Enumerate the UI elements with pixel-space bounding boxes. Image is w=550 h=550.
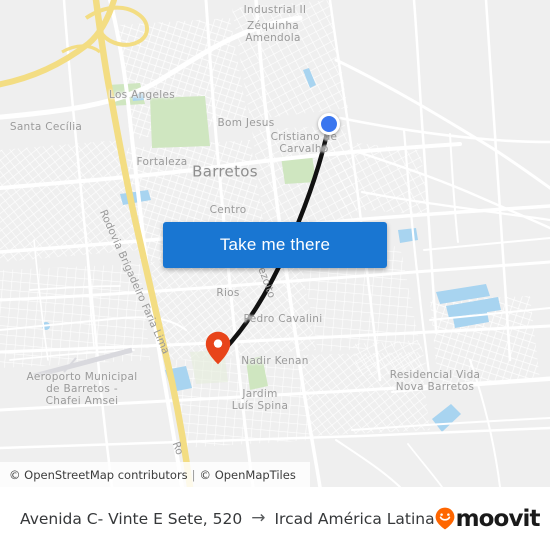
moovit-wordmark: moovit [455, 505, 541, 532]
map-attribution: © OpenStreetMap contributors | © OpenMap… [0, 462, 310, 487]
attribution-separator: | [191, 467, 196, 482]
attribution-osm[interactable]: © OpenStreetMap contributors [9, 468, 188, 482]
map-canvas[interactable]: Industrial II Zéquinha Amendola Los Ange… [0, 0, 550, 487]
footer-bar: Avenida C- Vinte E Sete, 520 → Ircad Amé… [0, 487, 550, 550]
destination-pin-icon[interactable] [205, 331, 231, 365]
route-destination-label: Ircad América Latina [274, 509, 435, 528]
route-summary: Avenida C- Vinte E Sete, 520 → Ircad Amé… [20, 510, 435, 528]
attribution-tiles[interactable]: © OpenMapTiles [200, 468, 296, 482]
origin-marker[interactable] [318, 113, 340, 135]
moovit-map-screen: Industrial II Zéquinha Amendola Los Ange… [0, 0, 550, 550]
moovit-logo[interactable]: moovit [435, 505, 541, 532]
route-origin-label: Avenida C- Vinte E Sete, 520 [20, 509, 243, 528]
take-me-there-button[interactable]: Take me there [163, 222, 387, 268]
moovit-pin-icon [435, 507, 455, 530]
arrow-right-icon: → [251, 508, 266, 528]
